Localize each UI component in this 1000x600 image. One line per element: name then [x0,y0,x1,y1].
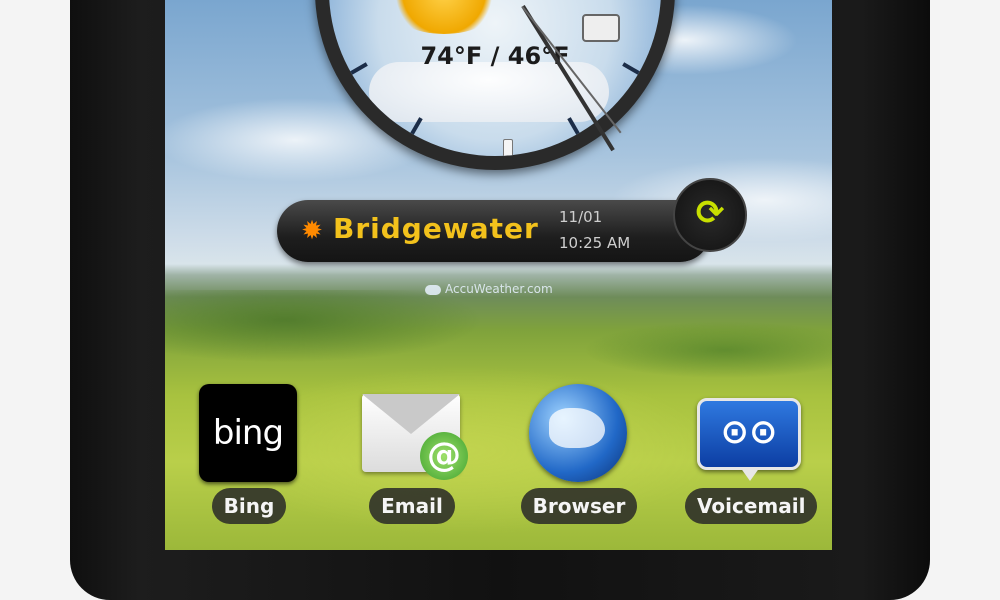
update-date: 11/01 [559,208,603,226]
email-icon[interactable]: @ [362,394,468,480]
voicemail-icon[interactable]: ⊙⊙ [697,398,801,481]
battery-icon [503,139,513,156]
app-bing[interactable]: bing Bing [187,384,311,550]
refresh-icon[interactable]: ⟳ [673,178,747,252]
location-bar[interactable]: ✹ Bridgewater 11/01 10:25 AM [277,200,711,262]
globe-icon[interactable] [529,384,627,482]
bing-icon[interactable]: bing [199,384,297,482]
sun-icon: ✹ [301,216,323,246]
update-time: 10:25 AM [559,234,631,252]
sun-icon [389,0,499,34]
at-sign-icon: @ [420,432,468,480]
app-browser[interactable]: Browser [517,384,641,550]
provider-logo-text: AccuWeather.com [445,282,553,296]
app-label-email: Email [369,488,455,524]
provider-logo: AccuWeather.com [425,282,553,296]
app-label-bing: Bing [211,488,287,524]
clock-weather-widget[interactable]: 74°F / 46°F [315,0,675,170]
date-window [582,14,620,42]
bing-icon-text: bing [212,413,284,453]
home-screen: 74°F / 46°F ✹ Bridgewater 11/01 10:25 AM… [165,0,832,550]
speech-tail [740,467,760,481]
app-email[interactable]: @ Email [350,384,474,550]
app-label-voicemail: Voicemail [685,488,818,524]
envelope-flap [362,394,460,434]
app-voicemail[interactable]: ⊙⊙ Voicemail [685,384,818,550]
clock-face: 74°F / 46°F [329,0,661,156]
cloud-logo-icon [425,284,441,295]
app-label-browser: Browser [520,488,638,524]
temperature-readout: 74°F / 46°F [420,42,570,70]
globe-land [549,408,605,448]
city-name: Bridgewater [333,212,539,245]
